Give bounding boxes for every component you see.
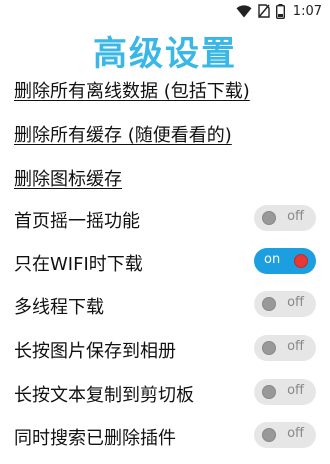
copy-text-toggle[interactable]: off xyxy=(254,379,316,405)
setting-row-shake: 首页摇一摇功能 off xyxy=(0,203,330,235)
toggle-state-text: off xyxy=(287,383,304,398)
toggle-knob xyxy=(262,385,276,399)
toggle-knob xyxy=(262,211,276,225)
setting-label: 同时搜索已删除插件 xyxy=(14,428,176,449)
advanced-settings-screen: 1:07 高级设置 删除所有离线数据 (包括下载) 删除所有缓存 (随便看看的)… xyxy=(0,0,330,464)
setting-label: 只在WIFI时下载 xyxy=(14,254,143,275)
setting-label: 多线程下载 xyxy=(14,297,104,318)
status-bar: 1:07 xyxy=(0,0,330,22)
toggle-knob xyxy=(262,297,276,311)
battery-icon xyxy=(275,3,285,19)
toggle-state-text: off xyxy=(287,339,304,354)
setting-row-search-deleted-plugins: 同时搜索已删除插件 off xyxy=(0,420,330,452)
toggle-state-text: on xyxy=(264,252,281,267)
multithread-toggle[interactable]: off xyxy=(254,291,316,317)
toggle-knob xyxy=(262,428,276,442)
setting-row-multithread: 多线程下载 off xyxy=(0,289,330,321)
delete-icon-cache-link[interactable]: 删除图标缓存 xyxy=(14,165,122,191)
setting-label: 长按图片保存到相册 xyxy=(14,341,176,362)
page-title: 高级设置 xyxy=(93,34,237,74)
toggle-state-text: off xyxy=(287,209,304,224)
wifi-only-toggle[interactable]: on xyxy=(254,248,316,274)
setting-label: 首页摇一摇功能 xyxy=(14,211,140,232)
setting-row-copy-text: 长按文本复制到剪切板 off xyxy=(0,377,330,409)
shake-toggle[interactable]: off xyxy=(254,205,316,231)
toggle-state-text: off xyxy=(287,426,304,441)
setting-row-wifi-only: 只在WIFI时下载 on xyxy=(0,246,330,278)
status-time: 1:07 xyxy=(292,3,322,19)
setting-label: 长按文本复制到剪切板 xyxy=(14,385,194,406)
wifi-icon xyxy=(236,4,252,18)
setting-row-save-image: 长按图片保存到相册 off xyxy=(0,333,330,365)
delete-all-cache-link[interactable]: 删除所有缓存 (随便看看的) xyxy=(14,121,232,147)
no-sim-icon xyxy=(258,4,270,18)
save-image-toggle[interactable]: off xyxy=(254,335,316,361)
delete-offline-data-link[interactable]: 删除所有离线数据 (包括下载) xyxy=(14,77,250,103)
toggle-knob xyxy=(294,254,308,268)
toggle-knob xyxy=(262,341,276,355)
toggle-state-text: off xyxy=(287,295,304,310)
search-deleted-plugins-toggle[interactable]: off xyxy=(254,422,316,448)
